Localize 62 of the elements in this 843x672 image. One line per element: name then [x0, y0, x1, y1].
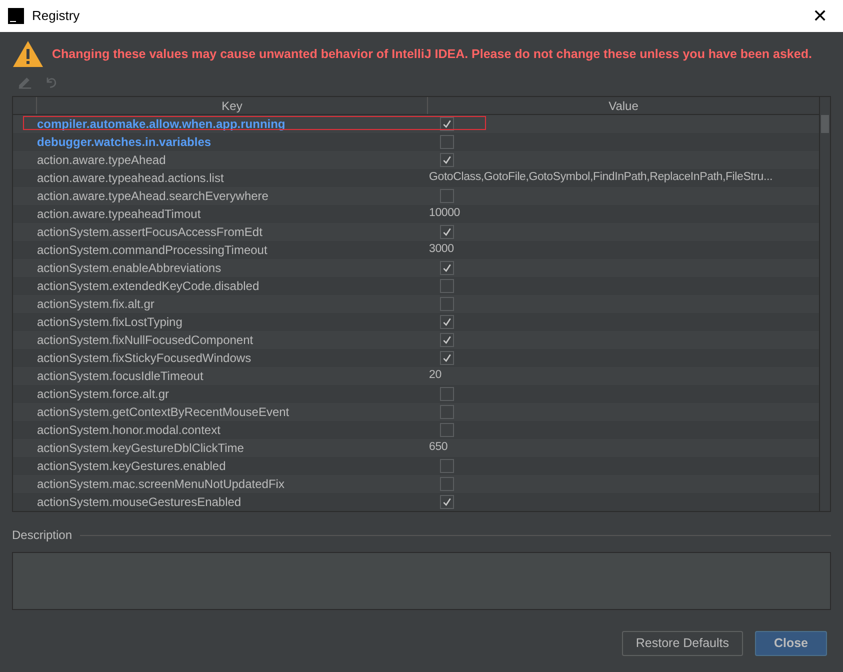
- registry-key[interactable]: actionSystem.fixLostTyping: [37, 313, 182, 331]
- warning-message: Changing these values may cause unwanted behavior of IntelliJ IDEA. Please do not change these unless you have been asked.: [52, 46, 812, 63]
- warning-icon: [12, 40, 44, 68]
- checkmark-icon: [442, 497, 452, 507]
- registry-key[interactable]: actionSystem.assertFocusAccessFromEdt: [37, 223, 262, 241]
- registry-key[interactable]: actionSystem.fix.alt.gr: [37, 295, 154, 313]
- checkbox[interactable]: [440, 351, 454, 365]
- registry-key[interactable]: debugger.watches.in.variables: [37, 133, 212, 151]
- registry-key[interactable]: actionSystem.honor.modal.context: [37, 421, 220, 439]
- registry-key[interactable]: action.aware.typeAhead: [37, 151, 166, 169]
- scrollbar[interactable]: [819, 97, 830, 511]
- checkbox[interactable]: [440, 459, 454, 473]
- registry-key[interactable]: actionSystem.extendedKeyCode.disabled: [37, 277, 260, 295]
- registry-key[interactable]: actionSystem.force.alt.gr: [37, 385, 170, 403]
- description-label: Description: [12, 527, 72, 544]
- checkbox[interactable]: [440, 387, 454, 401]
- checkbox[interactable]: [440, 297, 454, 311]
- registry-key[interactable]: action.aware.typeaheadTimout: [37, 205, 201, 223]
- checkbox[interactable]: [440, 135, 454, 149]
- window-title: Registry: [32, 7, 81, 26]
- registry-key[interactable]: actionSystem.keyGestures.enabled: [37, 457, 226, 475]
- registry-key[interactable]: actionSystem.focusIdleTimeout: [37, 367, 204, 385]
- checkmark-icon: [442, 119, 452, 129]
- registry-key[interactable]: actionSystem.getContextByRecentMouseEvent: [37, 403, 290, 421]
- column-header[interactable]: Value: [428, 97, 819, 114]
- undo-icon[interactable]: [44, 75, 58, 89]
- column-header[interactable]: Key: [37, 97, 428, 114]
- dialog-button[interactable]: Restore Defaults: [622, 631, 743, 656]
- checkbox[interactable]: [440, 477, 454, 491]
- registry-key[interactable]: actionSystem.fixStickyFocusedWindows: [37, 349, 252, 367]
- checkbox[interactable]: [440, 153, 454, 167]
- registry-value[interactable]: 20: [429, 367, 442, 385]
- registry-key[interactable]: actionSystem.fixNullFocusedComponent: [37, 331, 254, 349]
- registry-key[interactable]: action.aware.typeahead.actions.list: [37, 169, 224, 187]
- checkmark-icon: [442, 227, 452, 237]
- checkbox[interactable]: [440, 495, 454, 509]
- registry-key[interactable]: actionSystem.keyGestureDblClickTime: [37, 439, 244, 457]
- registry-key[interactable]: actionSystem.mouseGesturesEnabled: [37, 493, 242, 511]
- pencil-icon[interactable]: [18, 75, 32, 89]
- checkbox[interactable]: [440, 261, 454, 275]
- registry-key[interactable]: actionSystem.commandProcessingTimeout: [37, 241, 268, 259]
- checkbox[interactable]: [440, 279, 454, 293]
- app-logo-icon: [8, 8, 24, 24]
- registry-key[interactable]: actionSystem.mac.screenMenuNotUpdatedFix: [37, 475, 284, 493]
- checkmark-icon: [442, 263, 452, 273]
- checkbox[interactable]: [440, 423, 454, 437]
- checkbox[interactable]: [440, 225, 454, 239]
- checkbox[interactable]: [440, 189, 454, 203]
- checkbox[interactable]: [440, 405, 454, 419]
- checkbox[interactable]: [440, 315, 454, 329]
- registry-value[interactable]: 10000: [429, 205, 460, 223]
- checkmark-icon: [442, 155, 452, 165]
- registry-value[interactable]: 650: [429, 439, 448, 457]
- checkbox[interactable]: [440, 333, 454, 347]
- checkbox[interactable]: [440, 117, 454, 131]
- dialog-button[interactable]: Close: [755, 631, 827, 656]
- registry-key[interactable]: actionSystem.enableAbbreviations: [37, 259, 222, 277]
- registry-key[interactable]: action.aware.typeAhead.searchEverywhere: [37, 187, 268, 205]
- registry-key[interactable]: compiler.automake.allow.when.app.running: [37, 115, 286, 133]
- registry-value[interactable]: 3000: [429, 241, 454, 259]
- close-button[interactable]: ✕: [805, 2, 835, 30]
- registry-value[interactable]: GotoClass,GotoFile,GotoSymbol,FindInPath,ReplaceInPath,FileStru...: [429, 169, 772, 187]
